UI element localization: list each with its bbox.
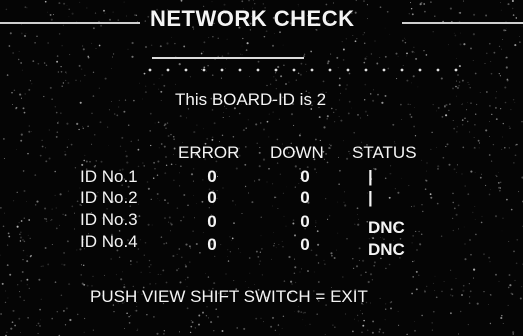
column-header-down: DOWN	[270, 143, 324, 162]
row-1-error: 0	[207, 167, 217, 186]
row-id-1: ID No.1	[80, 167, 138, 186]
column-header-status: STATUS	[352, 143, 417, 162]
title-underline	[152, 57, 304, 59]
page-title: NETWORK CHECK	[150, 6, 355, 31]
row-3-down: 0	[300, 212, 310, 231]
row-id-3: ID No.3	[80, 210, 138, 229]
row-id-4: ID No.4	[80, 232, 138, 251]
title-rule-left	[0, 22, 140, 24]
network-check-screen: NETWORK CHECK This BOARD-ID is 2 ERROR D…	[0, 0, 523, 336]
title-rule-right	[402, 22, 523, 24]
row-2-status: |	[368, 188, 373, 207]
column-header-error: ERROR	[178, 143, 240, 162]
row-1-down: 0	[300, 167, 310, 186]
row-4-error: 0	[207, 235, 217, 254]
exit-instruction: PUSH VIEW SHIFT SWITCH = EXIT	[90, 287, 368, 306]
row-2-error: 0	[207, 188, 217, 207]
row-id-2: ID No.2	[80, 188, 138, 207]
board-id-text: This BOARD-ID is 2	[175, 90, 327, 109]
row-4-down: 0	[300, 235, 310, 254]
screen-noise	[0, 0, 523, 336]
row-3-error: 0	[207, 212, 217, 231]
row-1-status: |	[368, 167, 373, 186]
row-4-status: DNC	[368, 240, 405, 259]
row-3-status: DNC	[368, 218, 405, 237]
row-2-down: 0	[300, 188, 310, 207]
